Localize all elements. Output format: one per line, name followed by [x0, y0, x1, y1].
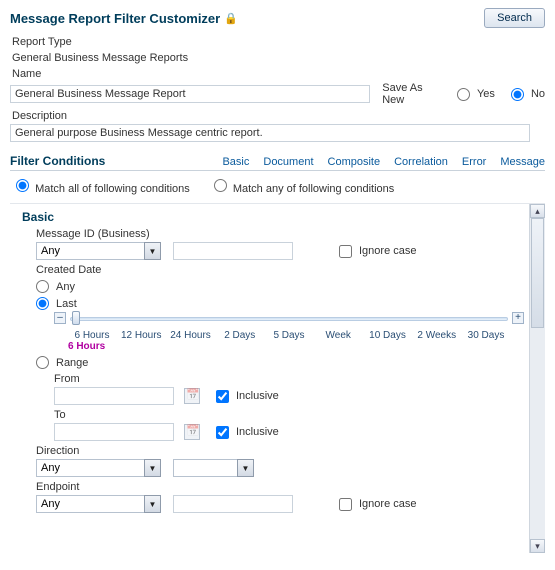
message-id-value-input[interactable] [173, 242, 293, 260]
message-id-label: Message ID (Business) [36, 228, 527, 240]
scroll-up-button[interactable]: ▴ [530, 204, 545, 218]
scroll-down-button[interactable]: ▾ [530, 539, 545, 553]
name-input[interactable] [10, 85, 370, 103]
calendar-icon[interactable] [184, 424, 200, 440]
match-any-radio[interactable]: Match any of following conditions [214, 179, 395, 195]
range-from-label: From [54, 373, 527, 385]
endpoint-value-input[interactable] [173, 495, 293, 513]
range-from-inclusive[interactable]: Inclusive [216, 390, 279, 403]
range-to-input[interactable] [54, 423, 174, 441]
chevron-down-icon[interactable]: ▼ [237, 459, 254, 477]
filter-conditions-title: Filter Conditions [10, 154, 105, 168]
filter-tabs: Basic Document Composite Correlation Err… [222, 156, 545, 168]
chevron-down-icon[interactable]: ▼ [144, 242, 161, 260]
tab-error[interactable]: Error [462, 156, 486, 168]
created-date-any-radio[interactable]: Any [36, 280, 527, 293]
direction-value-input[interactable] [173, 459, 237, 477]
save-as-new-no[interactable]: No [511, 88, 545, 101]
message-id-op-combo[interactable]: ▼ [36, 242, 161, 260]
tab-document[interactable]: Document [263, 156, 313, 168]
description-label: Description [12, 110, 545, 122]
lock-icon: 🔒 [224, 12, 238, 25]
slider-value-display: 6 Hours [68, 341, 524, 352]
scroll-track[interactable] [530, 218, 545, 539]
chevron-down-icon[interactable]: ▼ [144, 495, 161, 513]
range-to-label: To [54, 409, 527, 421]
calendar-icon[interactable] [184, 388, 200, 404]
match-all-radio[interactable]: Match all of following conditions [16, 179, 190, 195]
direction-input[interactable] [36, 459, 144, 477]
vertical-scrollbar[interactable]: ▴ ▾ [529, 204, 545, 553]
description-input[interactable] [10, 124, 530, 142]
endpoint-input[interactable] [36, 495, 144, 513]
name-label: Name [12, 68, 545, 80]
page-title: Message Report Filter Customizer [10, 11, 220, 26]
save-as-new-yes[interactable]: Yes [457, 88, 495, 101]
tab-correlation[interactable]: Correlation [394, 156, 448, 168]
endpoint-ignore-case[interactable]: Ignore case [339, 498, 416, 511]
save-as-new-label: Save As New [382, 82, 441, 106]
slider-minus-button[interactable]: – [54, 312, 66, 324]
basic-group-title: Basic [22, 210, 527, 224]
tab-message[interactable]: Message [500, 156, 545, 168]
slider-handle[interactable] [72, 311, 80, 325]
scroll-thumb[interactable] [531, 218, 544, 328]
direction-combo[interactable]: ▼ [36, 459, 161, 477]
created-date-label: Created Date [36, 264, 527, 276]
tab-composite[interactable]: Composite [328, 156, 381, 168]
slider-plus-button[interactable]: + [512, 312, 524, 324]
report-type-label: Report Type [12, 36, 545, 48]
message-id-op-input[interactable] [36, 242, 144, 260]
chevron-down-icon[interactable]: ▼ [144, 459, 161, 477]
tab-basic[interactable]: Basic [222, 156, 249, 168]
endpoint-label: Endpoint [36, 481, 527, 493]
slider-tick-labels: 6 Hours 12 Hours 24 Hours 2 Days 5 Days … [68, 330, 510, 341]
direction-label: Direction [36, 445, 527, 457]
slider-track[interactable] [70, 317, 508, 321]
range-to-inclusive[interactable]: Inclusive [216, 426, 279, 439]
created-date-slider[interactable]: – + 6 Hours 12 Hours 24 Hours 2 Days 5 D… [54, 314, 524, 352]
created-date-range-radio[interactable]: Range [36, 356, 527, 369]
direction-value-combo[interactable]: ▼ [173, 459, 254, 477]
range-from-input[interactable] [54, 387, 174, 405]
filter-scroll-pane: Basic Message ID (Business) ▼ Ignore cas… [10, 203, 545, 553]
message-id-ignore-case[interactable]: Ignore case [339, 245, 416, 258]
endpoint-combo[interactable]: ▼ [36, 495, 161, 513]
search-button[interactable]: Search [484, 8, 545, 28]
report-type-value: General Business Message Reports [12, 52, 545, 64]
created-date-last-radio[interactable]: Last [36, 297, 527, 310]
